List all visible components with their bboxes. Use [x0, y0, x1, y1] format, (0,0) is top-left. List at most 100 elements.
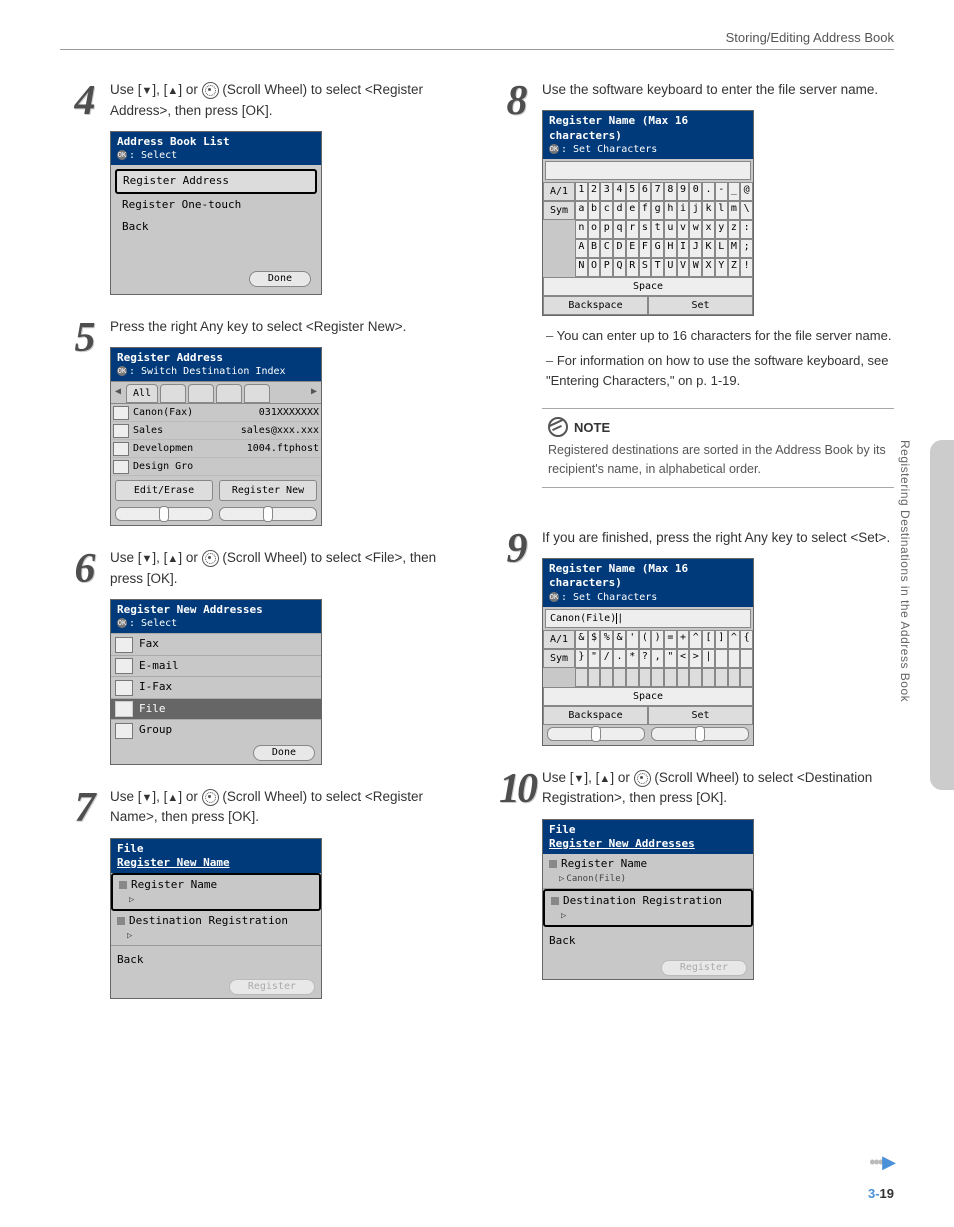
kb-key[interactable]: 3: [600, 182, 613, 201]
kb-key[interactable]: V: [677, 258, 690, 277]
addr-row[interactable]: Canon(Fax)031XXXXXXX: [111, 404, 321, 422]
entry-field[interactable]: [545, 161, 751, 180]
kb-key[interactable]: K: [702, 239, 715, 258]
kb-backspace[interactable]: Backspace: [543, 296, 648, 315]
kb-key[interactable]: /: [600, 649, 613, 668]
kb-key[interactable]: l: [715, 201, 728, 220]
kb-key[interactable]: P: [600, 258, 613, 277]
kb-key[interactable]: 9: [677, 182, 690, 201]
kb-key[interactable]: 7: [651, 182, 664, 201]
kb-key[interactable]: &: [613, 630, 626, 649]
kb-key[interactable]: H: [664, 239, 677, 258]
kb-set[interactable]: Set: [648, 706, 753, 725]
kb-backspace[interactable]: Backspace: [543, 706, 648, 725]
kb-key[interactable]: s: [639, 220, 652, 239]
back-item[interactable]: Back: [111, 946, 321, 975]
kb-key[interactable]: ": [588, 649, 601, 668]
type-file[interactable]: File: [111, 698, 321, 720]
kb-key[interactable]: f: [639, 201, 652, 220]
menu-register-address[interactable]: Register Address: [115, 169, 317, 194]
kb-key[interactable]: t: [651, 220, 664, 239]
kb-key[interactable]: *: [626, 649, 639, 668]
kb-key[interactable]: 4: [613, 182, 626, 201]
right-any-key[interactable]: [651, 727, 749, 741]
kb-key[interactable]: 2: [588, 182, 601, 201]
kb-mode-a1[interactable]: A/1: [543, 182, 575, 201]
kb-key[interactable]: e: [626, 201, 639, 220]
kb-mode-a1[interactable]: A/1: [543, 630, 575, 649]
kb-key[interactable]: ): [651, 630, 664, 649]
kb-key[interactable]: U: [664, 258, 677, 277]
kb-key[interactable]: w: [689, 220, 702, 239]
kb-key[interactable]: N: [575, 258, 588, 277]
kb-key[interactable]: y: [715, 220, 728, 239]
kb-key[interactable]: |: [702, 649, 715, 668]
kb-key[interactable]: v: [677, 220, 690, 239]
edit-erase-button[interactable]: Edit/Erase: [115, 480, 213, 501]
kb-key[interactable]: d: [613, 201, 626, 220]
kb-key[interactable]: =: [664, 630, 677, 649]
kb-key[interactable]: C: [600, 239, 613, 258]
kb-key[interactable]: O: [588, 258, 601, 277]
kb-key[interactable]: <: [677, 649, 690, 668]
kb-key[interactable]: n: [575, 220, 588, 239]
kb-key[interactable]: 0: [689, 182, 702, 201]
kb-key[interactable]: h: [664, 201, 677, 220]
kb-set[interactable]: Set: [648, 296, 753, 315]
tab-blank[interactable]: [216, 384, 242, 403]
kb-key[interactable]: 6: [639, 182, 652, 201]
tab-all[interactable]: All: [126, 384, 158, 403]
tab-left-arrow-icon[interactable]: ◀: [111, 382, 125, 403]
kb-mode-sym[interactable]: Sym: [543, 649, 575, 668]
kb-key[interactable]: 8: [664, 182, 677, 201]
kb-key[interactable]: r: [626, 220, 639, 239]
kb-key[interactable]: 5: [626, 182, 639, 201]
type-email[interactable]: E-mail: [111, 655, 321, 677]
left-any-key[interactable]: [115, 507, 213, 521]
addr-row[interactable]: Salessales@xxx.xxx: [111, 422, 321, 440]
kb-key[interactable]: b: [588, 201, 601, 220]
register-name-item[interactable]: Register Name ▷: [111, 873, 321, 911]
kb-key[interactable]: $: [588, 630, 601, 649]
tab-blank[interactable]: [160, 384, 186, 403]
done-button[interactable]: Done: [253, 745, 315, 761]
kb-key[interactable]: x: [702, 220, 715, 239]
tab-blank[interactable]: [188, 384, 214, 403]
left-any-key[interactable]: [547, 727, 645, 741]
type-group[interactable]: Group: [111, 719, 321, 741]
kb-key[interactable]: ^: [728, 630, 741, 649]
kb-key[interactable]: S: [639, 258, 652, 277]
kb-key[interactable]: p: [600, 220, 613, 239]
kb-key[interactable]: ": [664, 649, 677, 668]
kb-key[interactable]: ?: [639, 649, 652, 668]
done-button[interactable]: Done: [249, 271, 311, 287]
kb-key[interactable]: %: [600, 630, 613, 649]
addr-row[interactable]: Developmen1004.ftphost: [111, 440, 321, 458]
kb-key[interactable]: >: [689, 649, 702, 668]
kb-key[interactable]: {: [740, 630, 753, 649]
kb-key[interactable]: M: [728, 239, 741, 258]
kb-key[interactable]: +: [677, 630, 690, 649]
kb-space[interactable]: Space: [543, 277, 753, 296]
kb-key[interactable]: i: [677, 201, 690, 220]
kb-key[interactable]: \: [740, 201, 753, 220]
tab-blank[interactable]: [244, 384, 270, 403]
dest-reg-item[interactable]: Destination Registration ▷: [543, 889, 753, 927]
kb-key[interactable]: E: [626, 239, 639, 258]
kb-key[interactable]: @: [740, 182, 753, 201]
back-item[interactable]: Back: [543, 927, 753, 956]
kb-key[interactable]: Q: [613, 258, 626, 277]
kb-key[interactable]: (: [639, 630, 652, 649]
addr-row[interactable]: Design Gro: [111, 458, 321, 476]
kb-key[interactable]: X: [702, 258, 715, 277]
kb-key[interactable]: G: [651, 239, 664, 258]
kb-mode-sym[interactable]: Sym: [543, 201, 575, 220]
kb-key[interactable]: ,: [651, 649, 664, 668]
register-new-button[interactable]: Register New: [219, 480, 317, 501]
type-ifax[interactable]: I-Fax: [111, 676, 321, 698]
kb-key[interactable]: ': [626, 630, 639, 649]
kb-key[interactable]: .: [613, 649, 626, 668]
kb-key[interactable]: &: [575, 630, 588, 649]
dest-reg-item[interactable]: Destination Registration ▷: [111, 911, 321, 946]
kb-key[interactable]: m: [728, 201, 741, 220]
